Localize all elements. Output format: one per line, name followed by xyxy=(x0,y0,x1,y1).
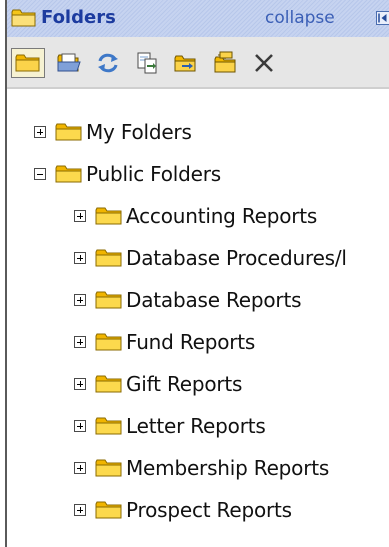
folder-icon xyxy=(95,249,122,267)
expand-toggle-icon[interactable] xyxy=(74,336,86,348)
expand-toggle-icon[interactable] xyxy=(74,504,86,516)
collapse-toggle-icon[interactable] xyxy=(34,168,46,180)
tree-item-label: Accounting Reports xyxy=(126,204,318,228)
folder-icon xyxy=(95,291,122,309)
tree-item-label: My Folders xyxy=(86,120,192,144)
folder-icon xyxy=(55,123,82,141)
folder-icon xyxy=(95,459,122,477)
folder-icon xyxy=(95,375,122,393)
tree-item-subfolder[interactable]: Prospect Reports xyxy=(74,495,292,525)
tree-item-subfolder[interactable]: Database Reports xyxy=(74,285,302,315)
expand-toggle-icon[interactable] xyxy=(34,126,46,138)
delete-icon xyxy=(255,54,273,72)
tree-item-label: Membership Reports xyxy=(126,456,330,480)
tree-item-label: Letter Reports xyxy=(126,414,266,438)
tree-item-subfolder[interactable]: Gift Reports xyxy=(74,369,242,399)
panel-left-border xyxy=(0,0,7,547)
expand-toggle-icon[interactable] xyxy=(74,378,86,390)
move-folder-icon xyxy=(174,55,196,72)
tree-item-subfolder[interactable]: Membership Reports xyxy=(74,453,329,483)
panel-title: Folders xyxy=(41,7,116,28)
collapse-link[interactable]: collapse xyxy=(265,8,335,28)
move-folder-button[interactable] xyxy=(169,48,203,78)
delete-button[interactable] xyxy=(247,48,281,78)
tree-item-label: Prospect Reports xyxy=(126,498,292,522)
refresh-button[interactable] xyxy=(91,48,125,78)
folder-icon xyxy=(11,9,36,27)
copy-button[interactable] xyxy=(130,48,164,78)
expand-toggle-icon[interactable] xyxy=(74,420,86,432)
open-folder-icon xyxy=(57,53,81,72)
tree-item-my-folders[interactable]: My Folders xyxy=(34,117,192,147)
tree-item-subfolder[interactable]: Letter Reports xyxy=(74,411,266,441)
expand-toggle-icon[interactable] xyxy=(74,210,86,222)
refresh-icon xyxy=(98,53,118,73)
expand-toggle-icon[interactable] xyxy=(74,462,86,474)
tree-item-label: Fund Reports xyxy=(126,330,256,354)
tree-item-label: Database Reports xyxy=(126,288,302,312)
folders-panel: Folders collapse My Folders Public Folde… xyxy=(7,0,389,547)
folder-icon xyxy=(95,207,122,225)
panel-header: Folders collapse xyxy=(7,0,389,37)
open-folder-button[interactable] xyxy=(52,48,86,78)
expand-toggle-icon[interactable] xyxy=(74,294,86,306)
folder-icon xyxy=(95,333,122,351)
new-folder-icon xyxy=(214,51,236,73)
folder-view-button[interactable] xyxy=(11,48,45,78)
tree-item-label: Database Procedures/l xyxy=(126,246,347,270)
tree-item-subfolder[interactable]: Fund Reports xyxy=(74,327,255,357)
new-folder-button[interactable] xyxy=(209,48,243,78)
folder-icon xyxy=(95,417,122,435)
expand-toggle-icon[interactable] xyxy=(74,252,86,264)
tree-item-public-folders[interactable]: Public Folders xyxy=(34,159,221,189)
folder-toolbar xyxy=(7,37,389,89)
copy-icon xyxy=(137,52,157,74)
tree-item-label: Gift Reports xyxy=(126,372,243,396)
folder-icon xyxy=(15,54,40,72)
tree-item-label: Public Folders xyxy=(86,162,221,186)
folder-icon xyxy=(55,165,82,183)
folder-icon xyxy=(95,501,122,519)
tree-item-subfolder[interactable]: Database Procedures/l xyxy=(74,243,347,273)
tree-item-subfolder[interactable]: Accounting Reports xyxy=(74,201,317,231)
collapse-icon[interactable] xyxy=(376,11,389,25)
